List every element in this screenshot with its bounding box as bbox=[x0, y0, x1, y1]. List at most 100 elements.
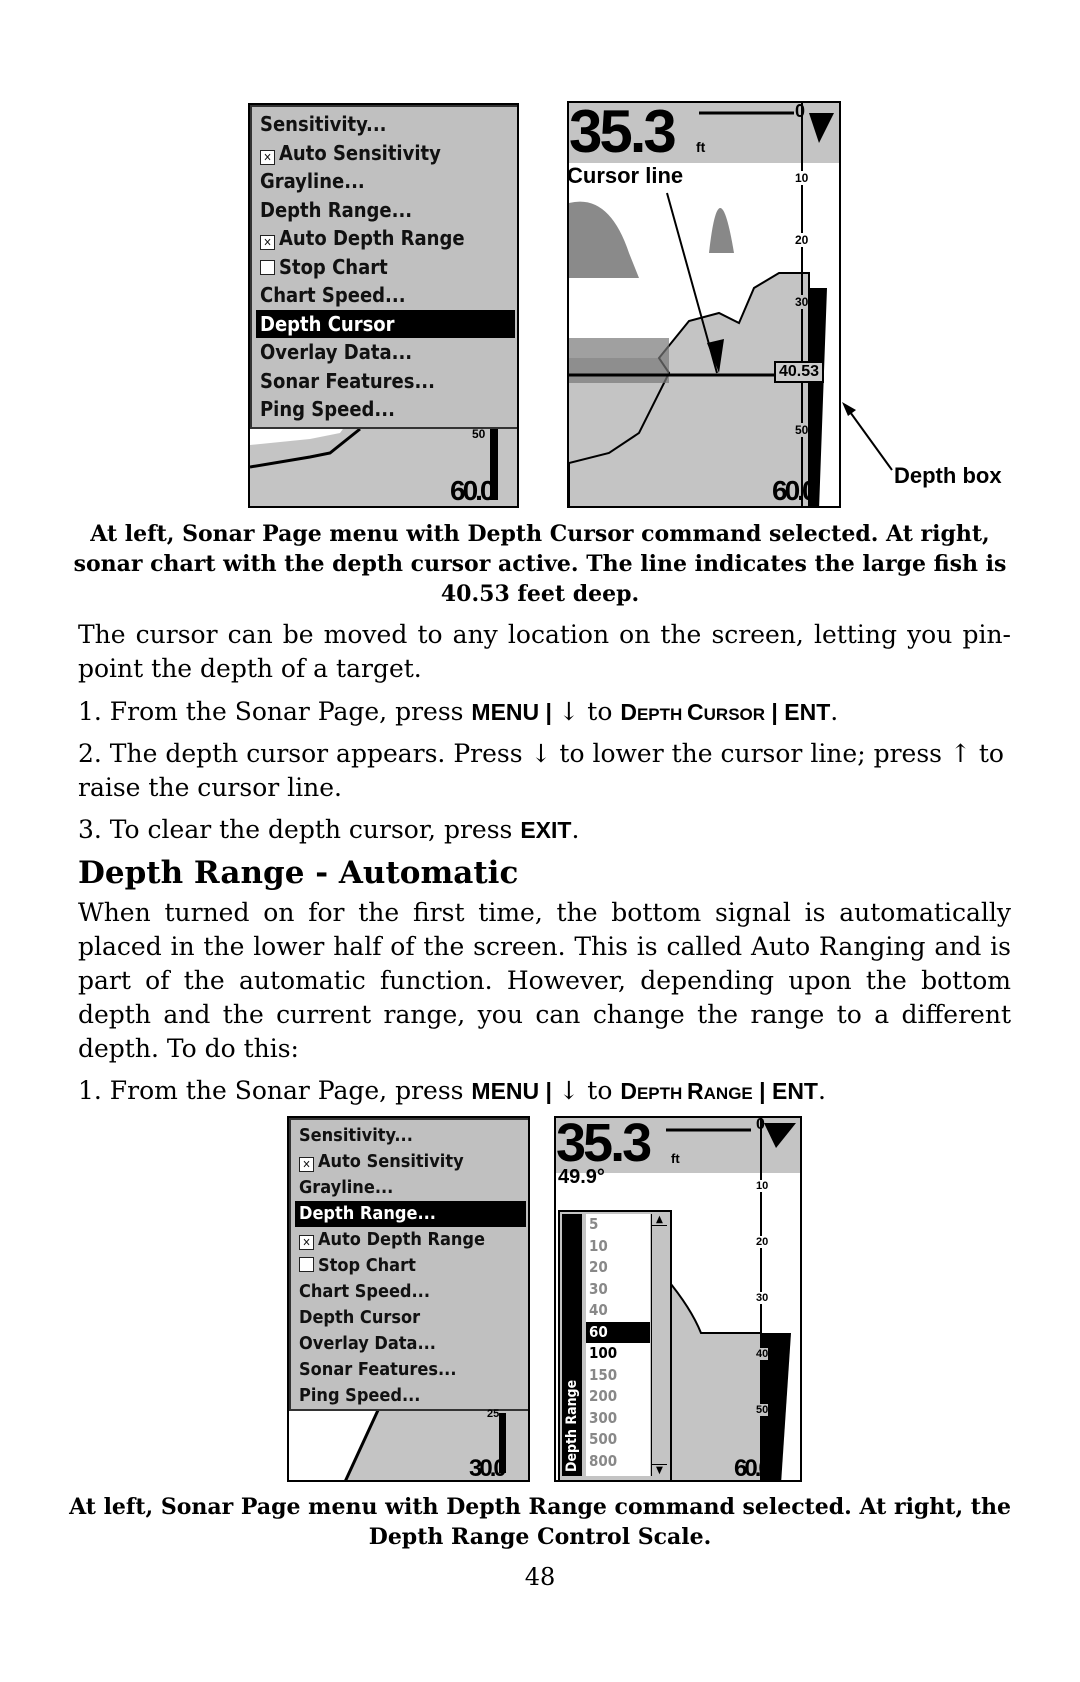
sonar-page-menu: Sensitivity... ✕ Auto Sensitivity Grayline.… bbox=[250, 105, 517, 429]
checkbox-checked-icon[interactable]: ✕ bbox=[260, 149, 275, 165]
menu-item[interactable]: Chart Speed... bbox=[295, 1279, 526, 1305]
menu-item[interactable]: Grayline... bbox=[295, 1175, 526, 1201]
sonar-menu-screen-1: Sensitivity... ✕ Auto Sensitivity Grayline.… bbox=[248, 103, 519, 508]
depth-scale-40: 40 bbox=[756, 1348, 769, 1360]
sonar-page-menu: Sensitivity... ✕ Auto Sensitivity Grayline.… bbox=[289, 1118, 528, 1411]
down-arrow-icon: ↓ bbox=[558, 1076, 580, 1105]
menu-item[interactable]: Stop Chart bbox=[295, 1253, 526, 1279]
depth-readout: 35.3 bbox=[569, 101, 677, 165]
depth-scale-50: 50 bbox=[756, 1404, 769, 1416]
menu-item-label: Depth Range... bbox=[299, 1203, 436, 1224]
menu-item[interactable]: Sensitivity... bbox=[256, 110, 515, 139]
menu-item[interactable]: Depth Cursor bbox=[256, 309, 515, 338]
menu-item[interactable]: Sonar Features... bbox=[256, 367, 515, 396]
step-1: 1. From the Sonar Page, press MENU | ↓ t… bbox=[78, 695, 1011, 732]
step-2: 2. The depth cursor appears. Press ↓ to … bbox=[78, 737, 1011, 805]
command-depth-cursor: DEPTH CURSOR bbox=[620, 699, 766, 725]
menu-item[interactable]: Ping Speed... bbox=[256, 395, 515, 424]
key-ent: ENT bbox=[771, 1078, 818, 1104]
depth-scale-0: 0 bbox=[756, 1116, 765, 1133]
key-ent: ENT bbox=[784, 699, 831, 725]
menu-item[interactable]: Sonar Features... bbox=[295, 1357, 526, 1383]
menu-item-label: Auto Sensitivity bbox=[279, 140, 441, 165]
period: . bbox=[830, 697, 839, 726]
menu-item[interactable]: Ping Speed... bbox=[295, 1383, 526, 1409]
scrollbar[interactable]: ▲ ▼ bbox=[651, 1214, 667, 1476]
depth-range-option[interactable]: 5 bbox=[586, 1214, 650, 1236]
scroll-down-arrow-icon[interactable]: ▼ bbox=[652, 1464, 667, 1476]
menu-item[interactable]: Grayline... bbox=[256, 167, 515, 196]
step-1-depth-range: 1. From the Sonar Page, press MENU | ↓ t… bbox=[78, 1074, 1011, 1111]
depth-scale-10: 10 bbox=[756, 1180, 769, 1192]
command-depth-range: DEPTH RANGE bbox=[620, 1078, 753, 1104]
step-text: 1. From the Sonar Page, press bbox=[78, 697, 472, 726]
depth-range-option[interactable]: 60 bbox=[586, 1321, 650, 1343]
temperature-readout: 49.9° bbox=[558, 1166, 605, 1188]
page-number: 48 bbox=[524, 1563, 556, 1591]
section-heading: Depth Range - Automatic bbox=[78, 855, 519, 891]
step-text: to bbox=[579, 1076, 621, 1105]
menu-item-label: Depth Cursor bbox=[299, 1307, 421, 1328]
menu-item[interactable]: Depth Range... bbox=[295, 1201, 526, 1227]
menu-item-label: Chart Speed... bbox=[299, 1281, 430, 1302]
depth-range-option[interactable]: 200 bbox=[586, 1386, 650, 1408]
scroll-up-arrow-icon[interactable]: ▲ bbox=[652, 1214, 667, 1226]
menu-item[interactable]: Overlay Data... bbox=[256, 338, 515, 367]
menu-item[interactable]: ✕ Auto Sensitivity bbox=[295, 1149, 526, 1175]
checkbox-unchecked-icon[interactable] bbox=[260, 259, 275, 275]
checkbox-checked-icon[interactable]: ✕ bbox=[299, 1157, 314, 1172]
depth-range-option[interactable]: 30 bbox=[586, 1279, 650, 1301]
menu-item[interactable]: Chart Speed... bbox=[256, 281, 515, 310]
depth-scale-20: 20 bbox=[795, 233, 809, 247]
step-text: 2. The depth cursor appears. Press bbox=[78, 739, 531, 768]
menu-item[interactable]: Sensitivity... bbox=[295, 1123, 526, 1149]
depth-scale-50: 50 bbox=[795, 423, 809, 437]
menu-item-label: Ping Speed... bbox=[260, 397, 395, 421]
menu-item-label: Sonar Features... bbox=[299, 1359, 457, 1380]
range-readout: 60.0 bbox=[450, 475, 495, 506]
depth-range-list[interactable]: 5 10 20 30 40 60 100 150 200 300 500 800 bbox=[586, 1214, 650, 1476]
menu-item[interactable]: ✕ Auto Depth Range bbox=[295, 1227, 526, 1253]
depth-scale-20: 20 bbox=[756, 1236, 769, 1248]
menu-item[interactable]: Depth Cursor bbox=[295, 1305, 526, 1331]
menu-item[interactable]: Depth Range... bbox=[256, 196, 515, 225]
depth-range-option[interactable]: 150 bbox=[586, 1365, 650, 1387]
checkbox-checked-icon[interactable]: ✕ bbox=[260, 235, 275, 250]
checkbox-checked-icon[interactable]: ✕ bbox=[299, 1235, 314, 1250]
menu-item[interactable]: ✕ Auto Depth Range bbox=[256, 224, 515, 253]
depth-range-option[interactable]: 20 bbox=[586, 1257, 650, 1279]
step-text: to lower the cursor line; press bbox=[551, 739, 950, 768]
menu-item-label: Auto Depth Range bbox=[318, 1229, 486, 1250]
separator: | bbox=[765, 699, 785, 725]
depth-unit: ft bbox=[671, 1151, 680, 1166]
depth-range-option[interactable]: 300 bbox=[586, 1408, 650, 1430]
menu-item[interactable]: Overlay Data... bbox=[295, 1331, 526, 1357]
menu-item-label: Depth Cursor bbox=[260, 311, 395, 336]
down-arrow-icon: ↓ bbox=[558, 697, 580, 726]
sonar-chart-screen-cursor: 35.3 ft 0 10 20 30 50 Cursor line 40.53 … bbox=[567, 101, 841, 508]
menu-item[interactable]: Stop Chart bbox=[256, 253, 515, 282]
up-arrow-icon: ↑ bbox=[949, 739, 971, 768]
depth-range-option[interactable]: 40 bbox=[586, 1300, 650, 1322]
step-text: to bbox=[579, 697, 621, 726]
depth-range-option[interactable]: 800 bbox=[586, 1451, 650, 1473]
depth-range-option[interactable]: 100 bbox=[586, 1343, 650, 1365]
depth-range-option[interactable]: 10 bbox=[586, 1236, 650, 1258]
paragraph-depth-range: When turned on for the first time, the b… bbox=[78, 898, 1011, 1063]
key-exit: EXIT bbox=[520, 817, 572, 843]
menu-item-label: Ping Speed... bbox=[299, 1385, 421, 1406]
depth-range-option[interactable]: 500 bbox=[586, 1429, 650, 1451]
manual-page: Sensitivity... ✕ Auto Sensitivity Grayline.… bbox=[0, 0, 1080, 1682]
cursor-line-label: Cursor line bbox=[567, 163, 684, 188]
separator: | bbox=[539, 1078, 559, 1104]
step-3: 3. To clear the depth cursor, press EXIT… bbox=[78, 813, 1011, 847]
menu-item-label: Sensitivity... bbox=[299, 1125, 413, 1146]
menu-item-label: Chart Speed... bbox=[260, 283, 406, 307]
menu-item[interactable]: ✕ Auto Sensitivity bbox=[256, 139, 515, 168]
checkbox-unchecked-icon[interactable] bbox=[299, 1257, 314, 1272]
depth-box-pointer-arrow bbox=[842, 402, 893, 471]
range-readout: 60.0 bbox=[734, 1455, 772, 1482]
separator: | bbox=[752, 1078, 772, 1104]
depth-scale-30: 30 bbox=[795, 295, 809, 309]
menu-item-label: Overlay Data... bbox=[260, 340, 413, 364]
